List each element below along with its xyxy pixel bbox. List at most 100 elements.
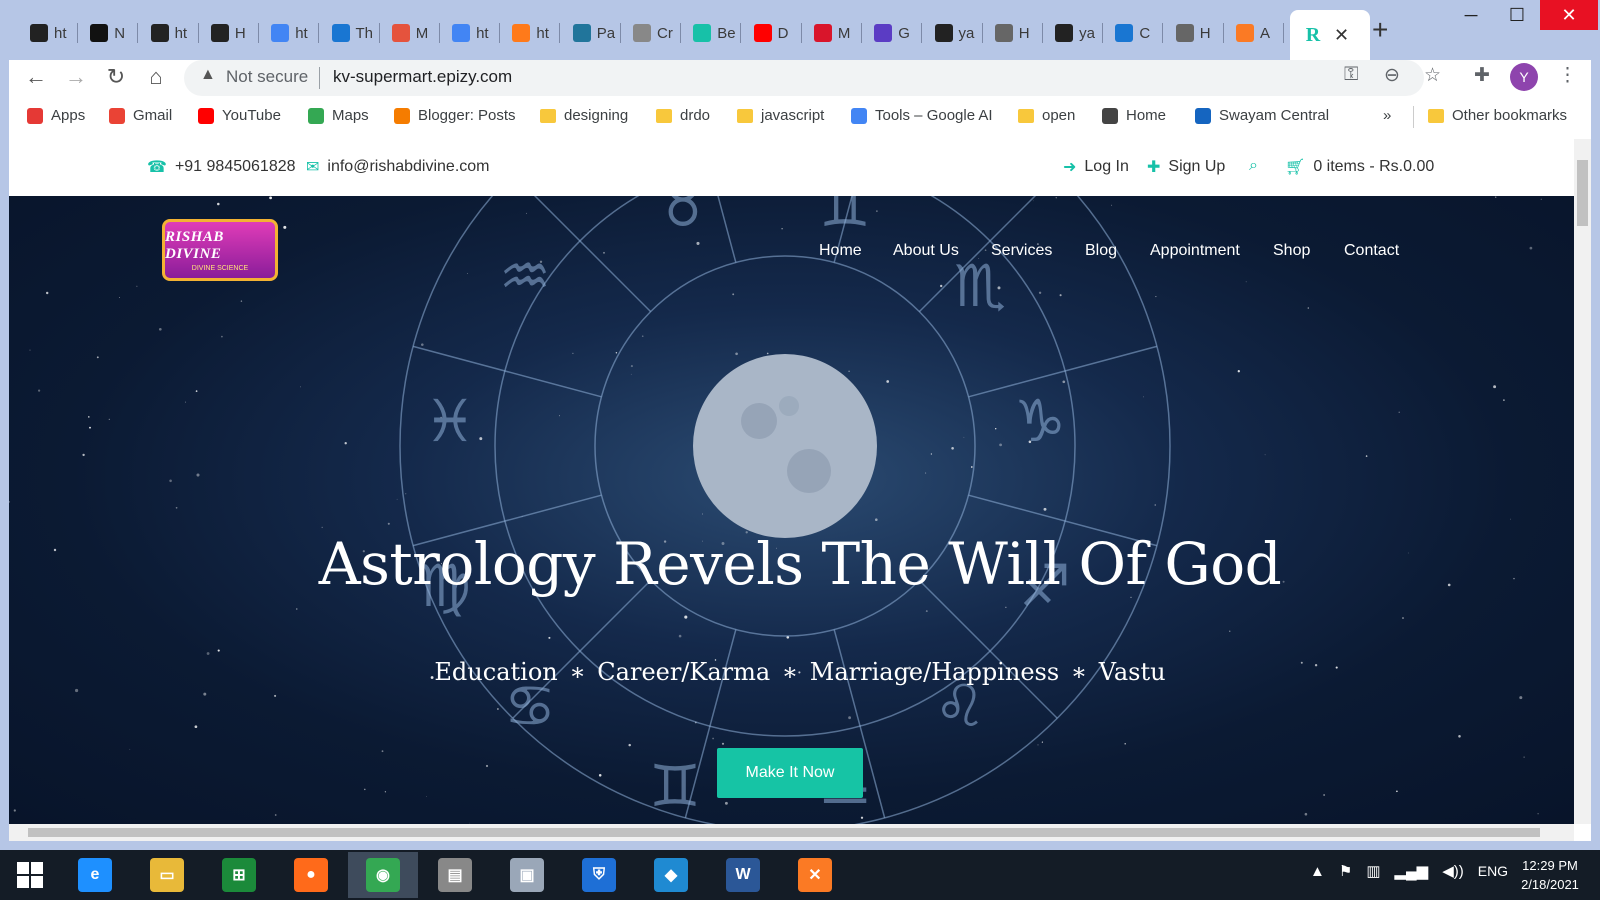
bookmark-item[interactable]: Swayam Central: [1195, 107, 1329, 124]
flag-icon[interactable]: ⚑: [1339, 862, 1352, 880]
other-bookmarks[interactable]: Other bookmarks: [1428, 107, 1567, 124]
tab-item[interactable]: Be: [681, 14, 742, 52]
signal-icon[interactable]: ▂▄▆: [1395, 862, 1429, 880]
bookmark-item[interactable]: YouTube: [198, 107, 281, 124]
bookmark-item[interactable]: designing: [540, 107, 628, 124]
nav-appointment[interactable]: Appointment: [1150, 242, 1240, 260]
phone-contact[interactable]: ☎ +91 9845061828: [147, 157, 296, 177]
make-it-now-button[interactable]: Make It Now: [717, 748, 863, 798]
start-button[interactable]: [0, 852, 60, 898]
login-link[interactable]: ➜ Log In: [1063, 157, 1129, 177]
bookmark-item[interactable]: Gmail: [109, 107, 172, 124]
bookmark-item[interactable]: javascript: [737, 107, 824, 124]
maximize-button[interactable]: ☐: [1494, 0, 1540, 30]
email-contact[interactable]: ✉ info@rishabdivine.com: [306, 157, 490, 177]
star: [1398, 411, 1400, 413]
nav-services[interactable]: Services: [991, 242, 1052, 260]
tab-item[interactable]: H: [1164, 14, 1224, 52]
bookmark-item[interactable]: Maps: [308, 107, 369, 124]
tab-item[interactable]: ht: [500, 14, 561, 52]
star: [1365, 455, 1368, 457]
bookmark-item[interactable]: Apps: [27, 107, 85, 124]
tab-item[interactable]: H: [983, 14, 1043, 52]
menu-icon[interactable]: ⋮: [1558, 64, 1577, 87]
tab-item[interactable]: M: [802, 14, 862, 52]
tab-label: ht: [54, 24, 67, 42]
tab-item[interactable]: H: [199, 14, 259, 52]
taskbar-app[interactable]: ●: [276, 852, 346, 898]
taskbar-app[interactable]: W: [708, 852, 778, 898]
tab-item[interactable]: D: [742, 14, 802, 52]
site-search-button[interactable]: ⌕: [1249, 157, 1258, 175]
volume-icon[interactable]: ◀)): [1442, 862, 1464, 880]
bookmark-item[interactable]: drdo: [656, 107, 710, 124]
nav-home[interactable]: Home: [819, 242, 862, 260]
battery-icon[interactable]: ▥: [1366, 862, 1380, 880]
taskbar-app[interactable]: ⊞: [204, 852, 274, 898]
back-button[interactable]: ←: [20, 62, 52, 92]
tab-item[interactable]: ht: [259, 14, 320, 52]
tab-active[interactable]: R ✕: [1290, 10, 1370, 60]
forward-button[interactable]: →: [60, 62, 92, 92]
star: [1510, 518, 1511, 520]
bookmark-label: open: [1042, 107, 1076, 124]
tab-item[interactable]: ht: [139, 14, 199, 52]
tab-item[interactable]: M: [380, 14, 440, 52]
tab-item[interactable]: Th: [320, 14, 380, 52]
star: [712, 737, 714, 740]
star-icon[interactable]: ☆: [1424, 64, 1441, 87]
tab-item[interactable]: G: [862, 14, 923, 52]
tab-item[interactable]: ya: [923, 14, 983, 52]
bookmarks-overflow-button[interactable]: »: [1383, 107, 1391, 124]
tab-item[interactable]: ht: [440, 14, 501, 52]
url-text[interactable]: kv-supermart.epizy.com: [333, 67, 512, 87]
signup-link[interactable]: ✚ Sign Up: [1147, 157, 1225, 177]
bookmark-item[interactable]: Tools – Google AI: [851, 107, 993, 124]
tab-label: N: [114, 24, 126, 42]
extensions-icon[interactable]: ✚: [1474, 64, 1490, 87]
taskbar-app[interactable]: ▭: [132, 852, 202, 898]
tab-item[interactable]: Pa: [561, 14, 621, 52]
site-logo[interactable]: RISHAB DIVINE DIVINE SCIENCE: [162, 219, 278, 281]
tray-expand-icon[interactable]: ▲: [1310, 863, 1325, 880]
cart-link[interactable]: 🛒︎ 0 items - Rs.0.00: [1285, 157, 1434, 177]
nav-shop[interactable]: Shop: [1273, 242, 1310, 260]
taskbar-app[interactable]: ⛨: [564, 852, 634, 898]
nav-contact[interactable]: Contact: [1344, 242, 1399, 260]
taskbar-app[interactable]: e: [60, 852, 130, 898]
minimize-button[interactable]: ─: [1448, 0, 1494, 30]
bookmark-item[interactable]: open: [1018, 107, 1075, 124]
taskbar-app[interactable]: ✕: [780, 852, 850, 898]
zoom-icon[interactable]: ⊖: [1384, 64, 1400, 87]
tab-item[interactable]: ht: [18, 14, 78, 52]
vertical-scrollbar[interactable]: [1574, 139, 1591, 824]
tab-item[interactable]: C: [1103, 14, 1164, 52]
reload-button[interactable]: ↻: [100, 62, 132, 92]
taskbar-app[interactable]: ▤: [420, 852, 490, 898]
profile-avatar[interactable]: Y: [1510, 63, 1538, 91]
not-secure-label[interactable]: Not secure: [226, 67, 308, 87]
key-icon[interactable]: ⚿: [1344, 64, 1358, 86]
taskbar-app[interactable]: ◆: [636, 852, 706, 898]
bookmark-item[interactable]: Blogger: Posts: [394, 107, 516, 124]
tab-item[interactable]: Cr: [621, 14, 681, 52]
clock[interactable]: 12:29 PM 2/18/2021: [1502, 856, 1598, 894]
tab-close-icon[interactable]: ✕: [1334, 25, 1349, 46]
taskbar-app[interactable]: ◉: [348, 852, 418, 898]
home-button[interactable]: ⌂: [140, 62, 172, 92]
vertical-scroll-thumb[interactable]: [1577, 160, 1588, 226]
svg-text:♊︎: ♊︎: [819, 196, 871, 240]
horizontal-scroll-thumb[interactable]: [28, 828, 1540, 837]
defender-icon: ⛨: [582, 858, 616, 892]
new-tab-button[interactable]: +: [1372, 16, 1388, 44]
tab-item[interactable]: ya: [1043, 14, 1104, 52]
close-window-button[interactable]: ✕: [1540, 0, 1598, 30]
nav-blog[interactable]: Blog: [1085, 242, 1117, 260]
tab-item[interactable]: A: [1224, 14, 1284, 52]
taskbar-app[interactable]: ▣: [492, 852, 562, 898]
nav-about-us[interactable]: About Us: [893, 242, 959, 260]
tab-label: C: [1139, 24, 1151, 42]
warning-icon[interactable]: ▲: [200, 66, 216, 84]
tab-item[interactable]: N: [78, 14, 139, 52]
bookmark-item[interactable]: Home: [1102, 107, 1166, 124]
